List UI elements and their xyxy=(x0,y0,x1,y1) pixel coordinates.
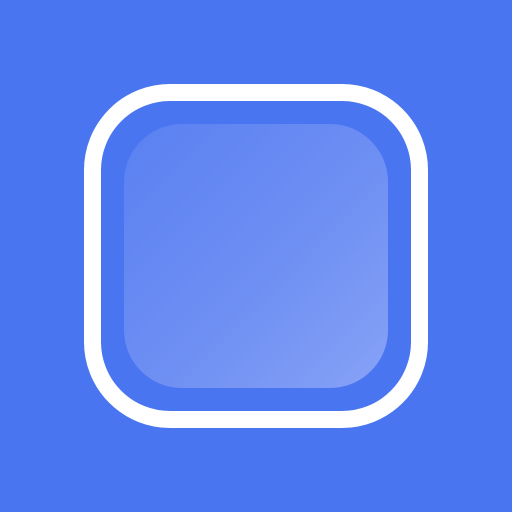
app-icon xyxy=(0,0,512,512)
rounded-square-icon xyxy=(84,84,428,428)
rounded-square-fill xyxy=(124,124,388,388)
